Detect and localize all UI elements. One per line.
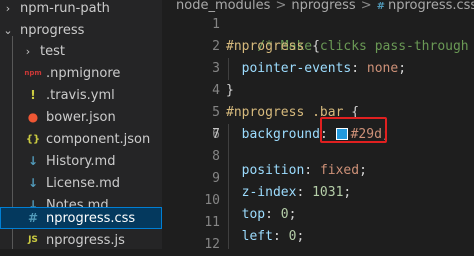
css-property: position bbox=[241, 163, 305, 178]
chevron-right-icon: › bbox=[25, 44, 31, 58]
code-semicolon: ; bbox=[359, 163, 367, 178]
code-colon: : bbox=[265, 207, 281, 222]
breadcrumb: node_modules > nprogress > # nprogress.css bbox=[162, 0, 474, 14]
css-file-icon: # bbox=[376, 1, 385, 12]
tree-file-travis[interactable]: ! .travis.yml bbox=[0, 84, 162, 106]
code-semicolon: ; bbox=[343, 185, 352, 200]
tree-item-label: History.md bbox=[46, 153, 116, 169]
code-semicolon: ; bbox=[398, 61, 407, 76]
tree-file-bower[interactable]: ● bower.json bbox=[0, 106, 162, 128]
code-semicolon: ; bbox=[296, 229, 305, 244]
yml-file-icon: ! bbox=[30, 88, 36, 102]
breadcrumb-item-node-modules[interactable]: node_modules bbox=[176, 0, 270, 13]
tree-folder-test[interactable]: › test bbox=[0, 40, 162, 62]
tree-folder-npm-run-path[interactable]: › npm-run-path bbox=[0, 0, 162, 19]
code-brace: { bbox=[304, 39, 320, 54]
css-property: z-index bbox=[241, 185, 297, 200]
css-selector: #nprogress bbox=[226, 39, 305, 54]
json-file-icon: {} bbox=[25, 133, 41, 145]
line-number: 9 bbox=[212, 171, 220, 186]
chevron-down-icon: ⌄ bbox=[3, 23, 13, 37]
npm-icon: npm bbox=[24, 69, 42, 77]
tree-folder-nprogress[interactable]: ⌄ nprogress bbox=[0, 19, 162, 41]
code-line-4[interactable]: } bbox=[226, 80, 234, 102]
breadcrumb-separator: > bbox=[275, 0, 287, 13]
explorer-sidebar: › npm-run-path ⌄ nprogress › test npm .n… bbox=[0, 0, 162, 249]
css-property: top bbox=[241, 207, 266, 222]
tree-item-label: nprogress bbox=[20, 22, 85, 38]
line-number: 1 bbox=[212, 17, 220, 32]
code-brace: } bbox=[226, 83, 234, 98]
line-number: 2 bbox=[212, 39, 220, 54]
code-colon: : bbox=[351, 61, 367, 76]
chevron-right-icon: › bbox=[5, 1, 11, 15]
tree-item-label: nprogress.css bbox=[46, 210, 136, 226]
line-number: 10 bbox=[204, 193, 220, 208]
code-line-10[interactable]: z-index: 1031; bbox=[226, 182, 352, 204]
breadcrumb-item-nprogress[interactable]: nprogress bbox=[291, 0, 355, 13]
tree-item-label: License.md bbox=[46, 175, 121, 191]
code-editor[interactable]: node_modules > nprogress > # nprogress.css 1 … bbox=[162, 0, 474, 252]
css-value: 0 bbox=[280, 207, 289, 222]
tree-file-license[interactable]: ↓ License.md bbox=[0, 172, 162, 194]
css-value: 1031 bbox=[312, 185, 344, 200]
tree-file-nprogress-js[interactable]: JS nprogress.js bbox=[0, 229, 162, 249]
line-number: 5 bbox=[212, 105, 220, 120]
css-property: background bbox=[241, 127, 320, 142]
markdown-file-icon: ↓ bbox=[27, 176, 39, 190]
line-number: 12 bbox=[204, 237, 220, 252]
code-line-12[interactable]: left: 0; bbox=[226, 226, 305, 248]
tree-file-npmignore[interactable]: npm .npmignore bbox=[0, 62, 162, 84]
line-number: 3 bbox=[212, 61, 220, 76]
tree-file-history[interactable]: ↓ History.md bbox=[0, 150, 162, 172]
breadcrumb-item-nprogress-css[interactable]: nprogress.css bbox=[388, 0, 474, 13]
js-file-icon: JS bbox=[28, 235, 38, 245]
code-line-11[interactable]: top: 0; bbox=[226, 204, 297, 226]
code-line-2[interactable]: #nprogress { bbox=[226, 36, 320, 58]
css-file-icon: # bbox=[27, 211, 39, 225]
tree-item-label: .npmignore bbox=[46, 65, 121, 81]
line-number: 4 bbox=[212, 83, 220, 98]
code-line-3[interactable]: pointer-events: none; bbox=[226, 58, 406, 80]
line-number: 8 bbox=[212, 149, 220, 164]
annotation-highlight-box bbox=[320, 117, 387, 143]
breadcrumb-separator: > bbox=[360, 0, 372, 13]
css-property: pointer-events bbox=[241, 61, 352, 76]
bower-icon: ● bbox=[27, 110, 39, 124]
tree-item-label: bower.json bbox=[46, 109, 116, 125]
code-semicolon: ; bbox=[288, 207, 297, 222]
tree-item-label: component.json bbox=[46, 131, 151, 147]
line-number-current: 7 bbox=[212, 127, 220, 142]
tree-item-label: nprogress.js bbox=[46, 232, 125, 248]
css-value: fixed bbox=[319, 163, 360, 178]
code-colon: : bbox=[296, 185, 313, 200]
css-value: none bbox=[366, 61, 399, 76]
code-colon: : bbox=[272, 229, 289, 244]
tree-item-label: npm-run-path bbox=[20, 0, 110, 16]
css-property: left bbox=[241, 229, 273, 244]
code-line-1[interactable]: /* Make clicks pass-through */ bbox=[226, 14, 474, 54]
tree-file-nprogress-css[interactable]: # nprogress.css bbox=[0, 207, 162, 229]
line-number: 11 bbox=[204, 215, 220, 230]
markdown-file-icon: ↓ bbox=[27, 154, 39, 168]
tree-item-label: test bbox=[40, 43, 65, 59]
tree-item-label: .travis.yml bbox=[46, 87, 115, 103]
code-colon: : bbox=[304, 163, 320, 178]
tree-file-component-json[interactable]: {} component.json bbox=[0, 128, 162, 150]
code-line-9[interactable]: position: fixed; bbox=[226, 160, 367, 182]
